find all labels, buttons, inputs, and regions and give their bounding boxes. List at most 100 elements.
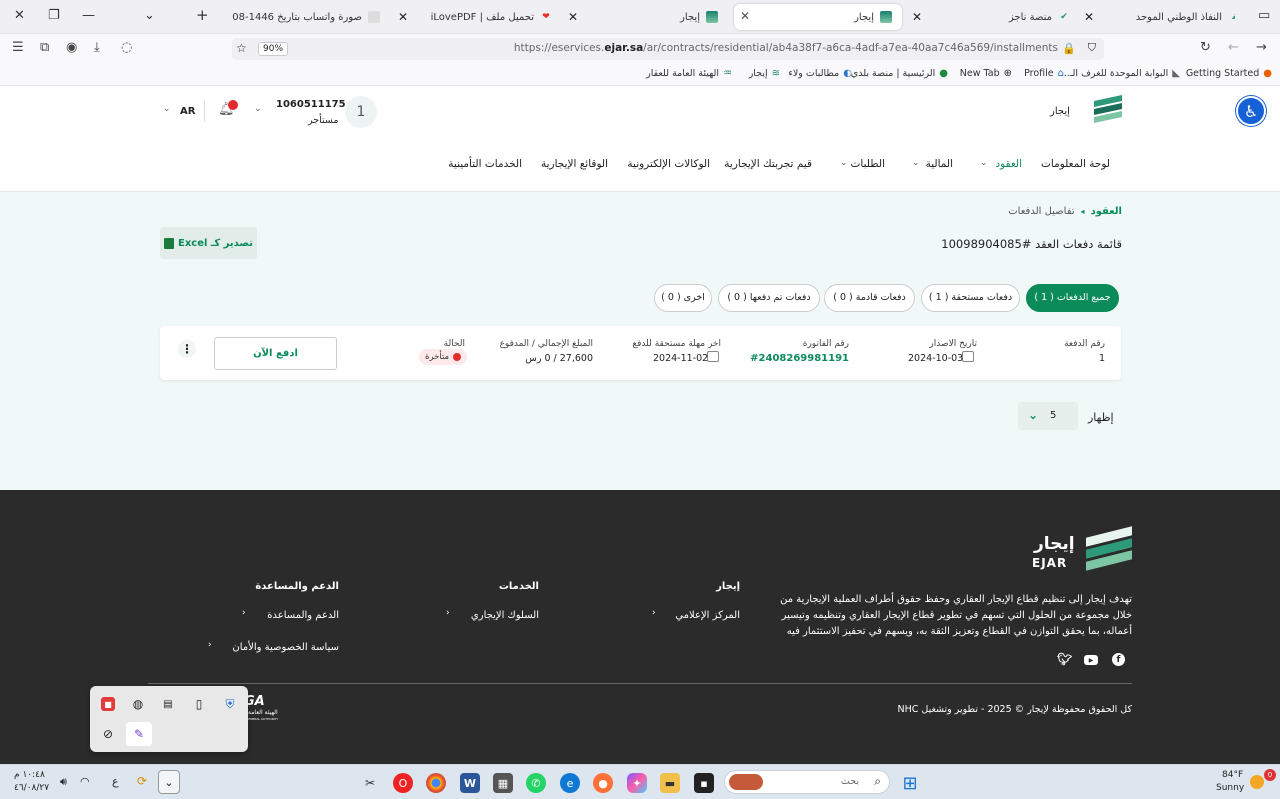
menu-requests[interactable]: الطلبات [851,158,885,170]
wifi-icon[interactable]: ◠ [80,775,90,788]
weather-desc[interactable]: Sunny [1216,783,1244,793]
tab-nafath[interactable]: ﻧ النفاذ الوطني الموحد [1104,4,1250,30]
lock-icon[interactable]: 🔒 [1062,42,1076,55]
tab-ejar-1[interactable]: إيجار [588,4,728,30]
reload-icon[interactable]: ↻ [1200,40,1211,55]
menu-insurance-services[interactable]: الخدمات التأمينية [448,158,522,170]
cloud-off-icon[interactable]: ⊘ [98,724,118,744]
twitter-icon[interactable]: 🐦︎ [1057,652,1072,666]
menu-e-agencies[interactable]: الوكالات الإلكترونية [627,158,710,170]
chrome-icon[interactable] [426,773,446,793]
weather-temp[interactable]: 84°F [1222,770,1243,780]
downloads-icon[interactable]: ⤓ [94,40,100,55]
tab-ilovepdf[interactable]: ❤ تحميل ملف | iLovePDF [412,4,562,30]
footer-link-media-center[interactable]: المركز الإعلامي [675,610,740,621]
footer-link-privacy[interactable]: سياسة الخصوصية والأمان [232,642,339,653]
ejar-logo-icon[interactable] [1094,95,1122,124]
firefox-icon[interactable]: ● [593,773,613,793]
clock-date[interactable]: ٤٦/٠٨/٢٧ [14,783,49,793]
tab-najiz[interactable]: ✔ منصة ناجز [930,4,1080,30]
avatar[interactable]: 1 [345,96,377,128]
tab-whatsapp-image[interactable]: صورة واتساب بتاريخ 1446-08-27 في__ [222,4,390,30]
youtube-icon[interactable]: ▶ [1084,655,1098,665]
opera-icon[interactable]: O [393,773,413,793]
extensions-icon[interactable]: ⧉ [40,40,49,55]
start-menu-icon[interactable]: ⊞ [900,773,920,794]
word-icon[interactable]: W [460,773,480,793]
clock-time[interactable]: ١٠:٤٨ م [14,770,45,780]
usb-icon[interactable]: ▯ [189,694,209,714]
input-language[interactable]: ع [112,775,119,788]
restore-window-icon[interactable]: ❐ [48,8,60,23]
invoice-number-link[interactable]: #2408269981191 [750,353,849,364]
tray-overflow-chevron-icon[interactable]: ⌄ [158,770,180,794]
language-chevron-icon[interactable]: ⌄ [163,104,171,114]
close-tab-icon[interactable]: ✕ [568,10,578,24]
minimize-window-icon[interactable]: — [82,8,95,23]
zoom-level[interactable]: 90% [258,42,289,56]
pocket-icon[interactable]: ◌ [121,40,132,55]
breadcrumb-contracts[interactable]: العقود [1091,206,1122,217]
close-tab-icon[interactable]: ✕ [398,10,408,24]
sync-icon[interactable]: ⟳ [137,774,147,788]
bookmark-ejar[interactable]: ≋ إيجار [749,68,780,79]
snipping-tool-icon[interactable]: ✂ [360,773,380,793]
new-tab-icon[interactable]: + [196,6,209,24]
forward-icon[interactable]: ← [1228,40,1239,55]
sidebar-icon[interactable]: ▭ [1258,8,1270,23]
accessibility-icon[interactable]: ♿ [1236,96,1266,126]
user-menu-chevron-icon[interactable]: ⌄ [254,104,262,114]
url-text[interactable]: https://eservices.ejar.sa/ar/contracts/r… [514,42,1058,54]
terminal-icon[interactable]: ▪ [694,773,714,793]
gpu-settings-icon[interactable]: ◍ [128,694,148,714]
menu-rate-experience[interactable]: قيم تجربتك الإيجارية [724,158,812,170]
footer-link-support[interactable]: الدعم والمساعدة [267,610,339,621]
bookmark-profile[interactable]: ⌂ Profile [1024,68,1064,79]
menu-finance[interactable]: المالية [926,158,953,170]
close-tab-icon[interactable]: ✕ [1084,10,1094,24]
filter-paid[interactable]: دفعات تم دفعها ( 0 ) [718,284,820,312]
more-options-icon[interactable]: ⋮ [178,340,196,358]
language-switcher[interactable]: AR [180,106,195,117]
edge-icon[interactable]: e [560,773,580,793]
filter-all[interactable]: جميع الدفعات ( 1 ) [1026,284,1119,312]
back-icon[interactable]: → [1256,40,1267,55]
menu-contracts[interactable]: العقود [995,158,1022,170]
recorder-icon[interactable]: ■ [101,697,115,711]
list-tabs-icon[interactable]: ⌄ [144,8,155,23]
bookmark-real-estate[interactable]: ♒ الهيئة العامة للعقار [646,68,732,79]
volume-icon[interactable]: 🔊︎ [60,775,67,789]
url-bar[interactable]: ☆ 90% https://eservices.ejar.sa/ar/contr… [232,38,1104,60]
filter-other[interactable]: اخرى ( 0 ) [654,284,712,312]
bookmark-new-tab[interactable]: ⊕ New Tab [960,68,1012,79]
tab-ejar-active[interactable]: إيجار ✕ [734,4,902,30]
close-window-icon[interactable]: ✕ [14,8,25,23]
filter-upcoming[interactable]: دفعات قادمة ( 0 ) [824,284,915,312]
app-menu-icon[interactable]: ☰ [12,40,24,55]
pen-icon[interactable]: ✎ [126,722,152,746]
bookmark-balady[interactable]: ● الرئيسية | منصة بلدي [851,68,948,79]
bookmark-walaa[interactable]: ◐ مطالبات ولاء [788,68,852,79]
bookmark-getting-started[interactable]: ● Getting Started [1186,68,1272,79]
file-explorer-icon[interactable]: ▬ [660,773,680,793]
copilot-icon[interactable]: ✦ [627,773,647,793]
account-icon[interactable]: ◉ [66,40,77,55]
security-shield-icon[interactable]: ⛨ [220,694,240,714]
network-adapter-icon[interactable]: ▤ [158,694,178,714]
bookmark-chambers[interactable]: ◣ البوابة الموحدة للغرف الـ... [1061,68,1180,79]
pay-now-button[interactable]: ادفع الآن [214,337,337,370]
export-excel-button[interactable]: تصدير كـ Excel [160,227,257,259]
whatsapp-icon[interactable]: ✆ [526,773,546,793]
facebook-icon[interactable]: f [1112,653,1125,666]
close-tab-icon[interactable]: ✕ [912,10,922,24]
footer-link-rental-behavior[interactable]: السلوك الإيجاري [471,610,539,621]
calculator-icon[interactable]: ▦ [493,773,513,793]
bookmark-star-icon[interactable]: ☆ [236,41,247,55]
menu-rental-incidents[interactable]: الوقائع الإيجارية [541,158,608,170]
page-size-select[interactable]: ⌄ 5 [1018,402,1078,430]
taskbar-search[interactable]: بحث ⌕ [724,770,890,794]
filter-due[interactable]: دفعات مستحقة ( 1 ) [921,284,1020,312]
close-tab-icon[interactable]: ✕ [740,9,750,23]
menu-dashboard[interactable]: لوحة المعلومات [1041,158,1110,170]
shield-icon[interactable]: ⛉ [1088,41,1096,55]
